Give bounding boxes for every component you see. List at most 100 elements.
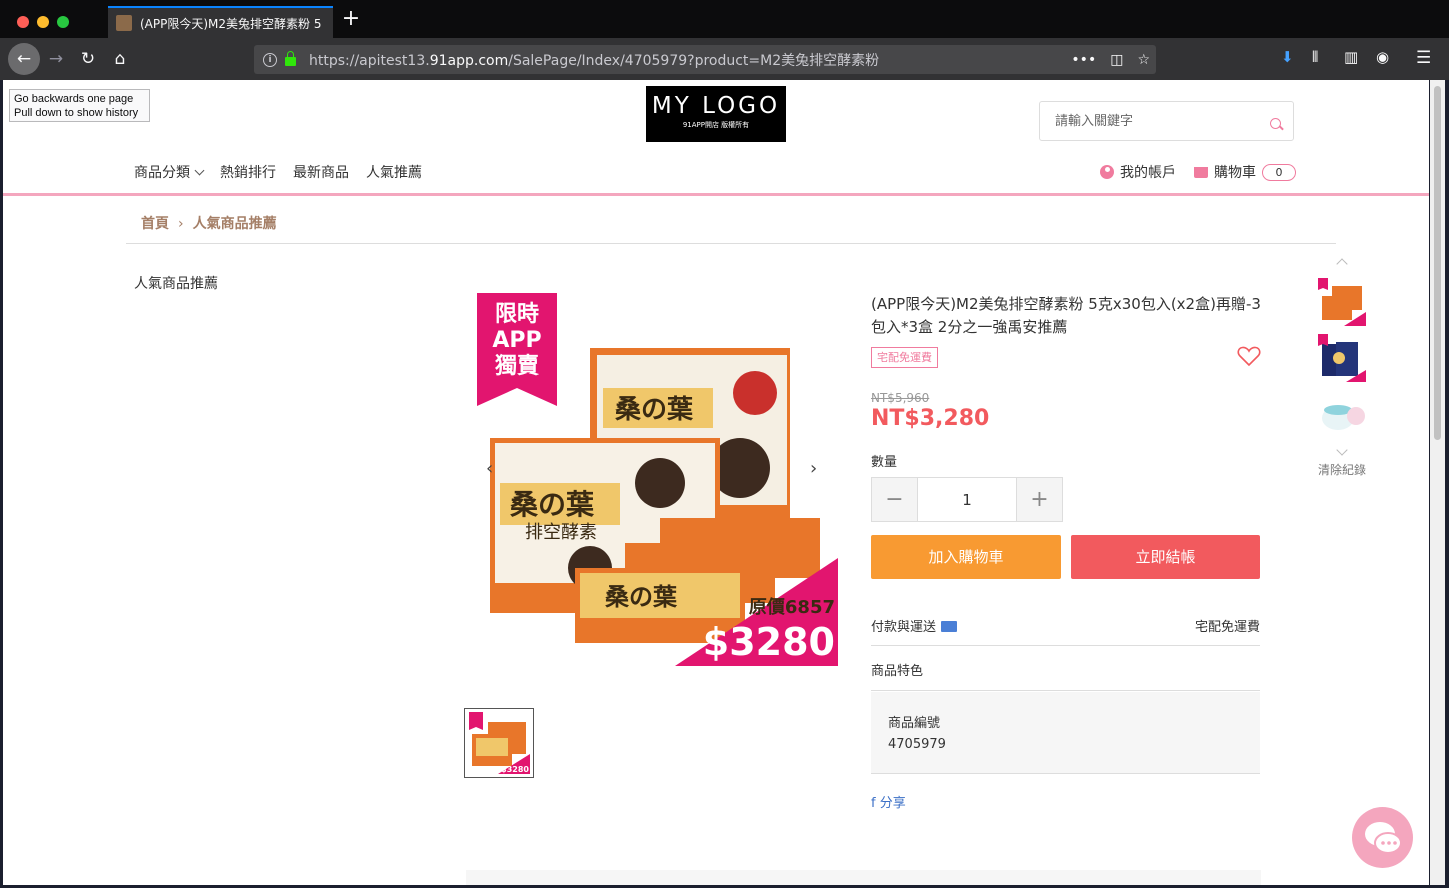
sidebar-icon[interactable]: ▥ xyxy=(1344,48,1358,66)
firefox-account-icon[interactable]: ◉ xyxy=(1376,48,1389,66)
sku-value: 4705979 xyxy=(888,737,946,752)
free-shipping-badge: 宅配免運費 xyxy=(871,347,938,368)
product-image-art: 桑の葉 桑の葉 排空酵素 桑の葉 限時 APP 獨賣 原價6857 $3280 xyxy=(477,293,838,666)
recently-viewed-panel: 清除紀錄 xyxy=(1317,254,1367,478)
payment-shipping-row[interactable]: 付款與運送 宅配免運費 xyxy=(871,604,1260,646)
thumbnail-art: $3280 xyxy=(469,712,530,774)
clear-history-link[interactable]: 清除紀錄 xyxy=(1317,462,1367,478)
tooltip-line1: Go backwards one page xyxy=(14,93,134,105)
page-viewport: MY LOGO 91APP開店 版權所有 商品分類 熱銷排行 最新商品 人氣推薦… xyxy=(3,80,1429,885)
chevron-down-icon[interactable] xyxy=(1336,444,1348,456)
tab-title: (APP限今天)M2美兔排空酵素粉 5 xyxy=(140,16,322,31)
recent-item[interactable] xyxy=(1318,390,1366,438)
forward-button[interactable]: → xyxy=(41,44,71,74)
tab-section-bar xyxy=(466,870,1261,885)
new-tab-button[interactable]: + xyxy=(340,8,362,30)
payment-value: 宅配免運費 xyxy=(1194,620,1260,635)
nav-item-popular[interactable]: 人氣推薦 xyxy=(366,162,422,182)
buy-now-button[interactable]: 立即結帳 xyxy=(1071,535,1260,579)
user-icon xyxy=(1100,165,1114,179)
lock-icon xyxy=(285,51,296,66)
product-features-row[interactable]: 商品特色 xyxy=(871,647,1260,691)
menu-icon[interactable]: ☰ xyxy=(1416,48,1431,68)
features-label: 商品特色 xyxy=(871,664,924,679)
next-image-arrow-icon[interactable]: › xyxy=(810,458,817,479)
sku-box: 商品編號 4705979 xyxy=(871,692,1260,774)
quantity-stepper: − + xyxy=(871,477,1063,522)
sale-price: NT$3,280 xyxy=(871,406,990,431)
chevron-up-icon[interactable] xyxy=(1336,258,1348,270)
cart-count-badge: 0 xyxy=(1262,163,1296,181)
product-thumbnail[interactable]: $3280 xyxy=(464,708,534,778)
thumb-price: $3280 xyxy=(501,765,529,774)
account-link[interactable]: 我的帳戶 xyxy=(1100,162,1176,182)
payment-label: 付款與運送 xyxy=(871,620,937,635)
recent-item[interactable] xyxy=(1318,278,1366,326)
url-bar[interactable]: i https://apitest13.91app.com/SalePage/I… xyxy=(254,45,1156,74)
pocket-icon[interactable]: ◫ xyxy=(1110,52,1123,68)
tab-favicon-icon xyxy=(116,15,132,31)
cart-icon xyxy=(1194,166,1208,178)
quantity-label: 數量 xyxy=(871,455,898,470)
box-sub-front: 排空酵素 xyxy=(525,522,597,543)
home-button[interactable]: ⌂ xyxy=(105,44,135,74)
zoom-window-button[interactable] xyxy=(57,16,69,28)
recent-item[interactable] xyxy=(1318,334,1366,382)
header-divider xyxy=(3,193,1429,196)
sidebar-title[interactable]: 人氣商品推薦 xyxy=(134,273,218,293)
download-icon[interactable]: ⬇ xyxy=(1281,48,1294,66)
breadcrumb-divider xyxy=(126,243,1336,244)
cart-link[interactable]: 購物車 0 xyxy=(1194,162,1296,182)
reload-button[interactable]: ↻ xyxy=(73,44,103,74)
page-scrollbar[interactable] xyxy=(1430,80,1445,885)
ribbon-line3: 獨賣 xyxy=(494,354,540,379)
recent-item-art-2 xyxy=(1318,334,1366,382)
site-logo[interactable]: MY LOGO 91APP開店 版權所有 xyxy=(646,86,786,142)
browser-titlebar: (APP限今天)M2美兔排空酵素粉 5 + xyxy=(0,0,1449,38)
heart-icon[interactable] xyxy=(1237,345,1261,367)
breadcrumb-home[interactable]: 首頁 xyxy=(141,216,169,232)
chevron-down-icon xyxy=(194,165,205,176)
library-icon[interactable]: ⫴ xyxy=(1312,48,1318,66)
nav-item-new[interactable]: 最新商品 xyxy=(293,162,349,182)
back-button-tooltip: Go backwards one page Pull down to show … xyxy=(9,89,150,122)
nav-label: 商品分類 xyxy=(134,165,190,181)
decrease-quantity-button[interactable]: − xyxy=(872,478,917,521)
search-icon[interactable] xyxy=(1270,118,1281,129)
close-window-button[interactable] xyxy=(17,16,29,28)
chat-bubble-icon xyxy=(1365,822,1402,854)
nav-item-bestsellers[interactable]: 熱銷排行 xyxy=(220,162,276,182)
facebook-share-link[interactable]: f 分享 xyxy=(871,792,906,811)
search-input[interactable] xyxy=(1040,102,1260,140)
box-brand-front: 桑の葉 xyxy=(510,488,595,521)
ribbon-line2: APP xyxy=(492,328,541,353)
box-brand-back: 桑の葉 xyxy=(615,395,694,425)
product-main-image[interactable]: 桑の葉 桑の葉 排空酵素 桑の葉 限時 APP 獨賣 原價6857 $3280 xyxy=(465,293,838,666)
breadcrumb-current[interactable]: 人氣商品推薦 xyxy=(193,216,277,232)
breadcrumb-separator: › xyxy=(178,216,184,232)
page-actions-icon[interactable]: ••• xyxy=(1071,52,1096,68)
logo-subtext: 91APP開店 版權所有 xyxy=(682,121,750,129)
browser-tab[interactable]: (APP限今天)M2美兔排空酵素粉 5 xyxy=(108,6,333,38)
minimize-window-button[interactable] xyxy=(37,16,49,28)
site-info-icon[interactable]: i xyxy=(263,52,277,67)
prev-image-arrow-icon[interactable]: ‹ xyxy=(486,458,493,479)
recent-item-art-1 xyxy=(1318,278,1366,326)
sku-label: 商品編號 xyxy=(888,716,941,731)
increase-quantity-button[interactable]: + xyxy=(1017,478,1062,521)
truck-icon xyxy=(941,621,958,632)
quantity-input[interactable] xyxy=(917,478,1017,521)
orig-price-tag: 原價6857 xyxy=(749,596,835,618)
chat-button[interactable] xyxy=(1352,807,1413,868)
url-text[interactable]: https://apitest13.91app.com/SalePage/Ind… xyxy=(309,50,879,70)
cart-label: 購物車 xyxy=(1214,165,1256,181)
promo-price-tag: $3280 xyxy=(703,620,835,664)
add-to-cart-button[interactable]: 加入購物車 xyxy=(871,535,1061,579)
main-nav: 商品分類 熱銷排行 最新商品 人氣推薦 xyxy=(134,162,422,182)
box-brand-small: 桑の葉 xyxy=(605,582,678,611)
nav-item-categories[interactable]: 商品分類 xyxy=(134,162,205,182)
back-button[interactable]: ← xyxy=(8,43,40,75)
scrollbar-thumb[interactable] xyxy=(1434,86,1441,440)
bookmark-star-icon[interactable]: ☆ xyxy=(1137,52,1150,68)
breadcrumb: 首頁 › 人氣商品推薦 xyxy=(141,213,277,233)
